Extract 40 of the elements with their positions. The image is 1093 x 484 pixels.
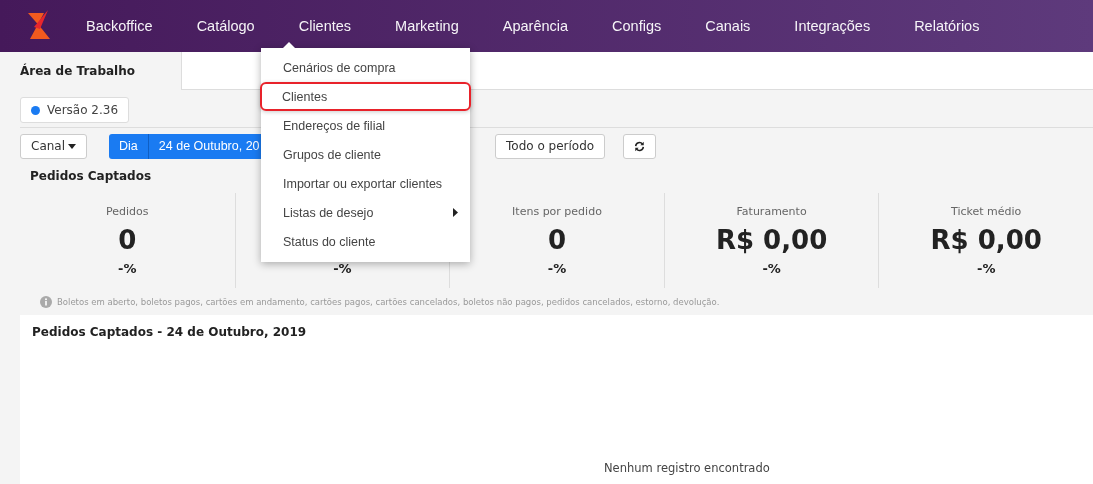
- stat-value: 0: [118, 225, 137, 255]
- nav-item[interactable]: Configs: [590, 18, 684, 34]
- nav-item[interactable]: Aparência: [480, 18, 591, 34]
- stat-change: -%: [547, 261, 567, 276]
- stat-change: -%: [118, 261, 137, 276]
- section-title: Pedidos Captados: [30, 169, 153, 183]
- nav-item[interactable]: Marketing: [373, 18, 481, 34]
- menu-item[interactable]: Importar ou exportar clientes: [261, 169, 470, 198]
- stat-change: -%: [977, 261, 996, 276]
- empty-message: Nenhum registro encontrado: [604, 461, 771, 475]
- nav-item[interactable]: Relatórios: [892, 18, 1002, 34]
- all-period-button[interactable]: Todo o período: [495, 133, 606, 159]
- stat-label: Faturamento: [736, 205, 807, 218]
- nav-item[interactable]: Clientes: [276, 18, 374, 34]
- version-label: Versão 2.36: [47, 103, 119, 117]
- day-button[interactable]: Dia: [109, 133, 149, 159]
- menu-item[interactable]: Cenários de compra: [261, 53, 470, 82]
- panel-title: Pedidos Captados - 24 de Outubro, 2019: [32, 325, 308, 339]
- menu-item[interactable]: Listas de desejo: [261, 198, 470, 227]
- note-text: Boletos em aberto, boletos pagos, cartões em andamento, cartões pagos, cartões cancelados, boletos não pagos, pedidos cancelados, estorno, devolução.: [57, 297, 720, 307]
- nav-item[interactable]: Backoffice: [64, 18, 175, 34]
- stat-label: Ticket médio: [951, 205, 1022, 218]
- stat-change: -%: [333, 261, 352, 276]
- nav-item[interactable]: Integrações: [772, 18, 893, 34]
- nav-item[interactable]: Catálogo: [174, 18, 277, 34]
- refresh-button[interactable]: [623, 133, 657, 159]
- info-icon: [40, 296, 52, 308]
- caret-icon: [68, 143, 77, 149]
- stat-label: Pedidos: [106, 205, 149, 218]
- nav-item[interactable]: Canais: [683, 18, 773, 34]
- menu-item[interactable]: Status do cliente: [261, 227, 470, 256]
- stat-label: Itens por pedido: [512, 205, 602, 218]
- stat-value: R$ 0,00: [715, 225, 828, 255]
- stat-value: 0: [547, 225, 567, 255]
- stat-value: R$ 0,00: [930, 225, 1042, 255]
- stat-change: -%: [762, 261, 781, 276]
- menu-item[interactable]: Clientes: [260, 82, 471, 111]
- submenu-arrow-icon: [453, 208, 458, 217]
- refresh-icon: [634, 139, 646, 153]
- channel-dropdown[interactable]: Canal: [20, 133, 88, 159]
